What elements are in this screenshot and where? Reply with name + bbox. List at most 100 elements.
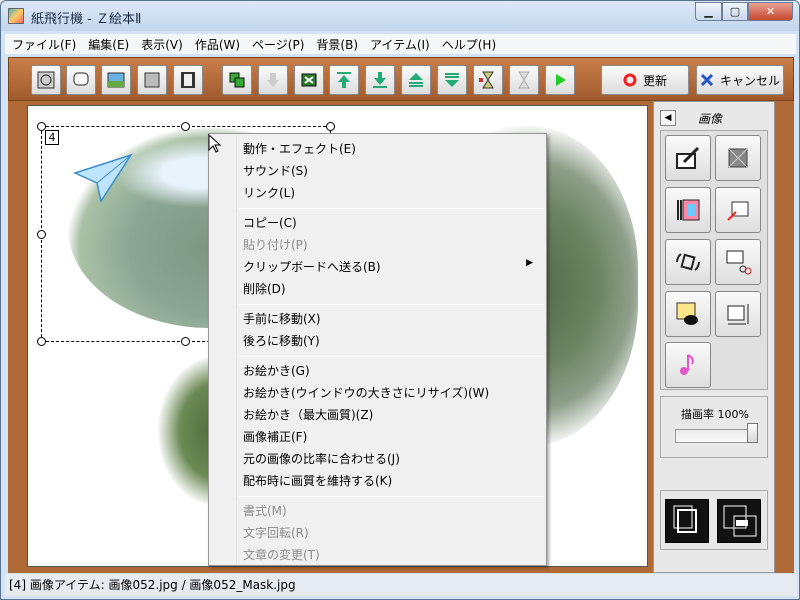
app-window: 紙飛行機 - Ｚ絵本Ⅱ ▁ ▢ ✕ ファイル(F) 編集(E) 表示(V) 作品… bbox=[0, 0, 800, 600]
menu-paste[interactable]: 貼り付け(P) bbox=[243, 236, 308, 253]
fit-size-button[interactable] bbox=[715, 291, 761, 337]
page-front-icon bbox=[673, 505, 697, 533]
menu-help[interactable]: ヘルプ(H) bbox=[435, 36, 501, 53]
item-number-label: 4 bbox=[45, 130, 59, 145]
menu-sound[interactable]: サウンド(S) bbox=[243, 162, 308, 179]
text-a-icon bbox=[37, 71, 55, 89]
move-up-layer-button[interactable] bbox=[401, 65, 431, 95]
resize-handle-b[interactable] bbox=[181, 337, 190, 346]
menu-keep-quality[interactable]: 配布時に画質を維持する(K) bbox=[243, 472, 392, 489]
menu-file[interactable]: ファイル(F) bbox=[5, 36, 81, 53]
chevron-left-icon: ◀ bbox=[664, 113, 672, 123]
update-circle-icon bbox=[623, 73, 637, 87]
submenu-arrow-icon: ▶ bbox=[526, 258, 533, 268]
menu-background[interactable]: 背景(B) bbox=[309, 36, 363, 53]
sound-button[interactable] bbox=[665, 342, 711, 388]
resize-handle-bl[interactable] bbox=[37, 337, 46, 346]
close-button[interactable]: ✕ bbox=[748, 2, 793, 21]
menu-image-correction[interactable]: 画像補正(F) bbox=[243, 428, 307, 445]
rotate-image-button[interactable] bbox=[665, 239, 711, 285]
resize-handle-l[interactable] bbox=[37, 230, 46, 239]
menu-format[interactable]: 書式(M) bbox=[243, 502, 287, 519]
window-title: 紙飛行機 - Ｚ絵本Ⅱ bbox=[31, 12, 142, 27]
menu-link[interactable]: リンク(L) bbox=[243, 184, 295, 201]
menu-work[interactable]: 作品(W) bbox=[188, 36, 245, 53]
image-tool-button[interactable] bbox=[101, 65, 131, 95]
menu-page[interactable]: ページ(P) bbox=[245, 36, 309, 53]
menu-delete[interactable]: 削除(D) bbox=[243, 280, 286, 297]
music-note-icon bbox=[680, 354, 694, 375]
menu-text-rotate[interactable]: 文字回転(R) bbox=[243, 524, 309, 541]
panel-title: 画像 bbox=[698, 112, 723, 126]
add-balloon-button[interactable] bbox=[665, 291, 711, 337]
status-bar: [4] 画像アイテム: 画像052.jpg / 画像052_Mask.jpg bbox=[5, 574, 797, 596]
context-menu: 動作・エフェクト(E) サウンド(S) リンク(L) コピー(C) 貼り付け(P… bbox=[208, 133, 547, 566]
minimize-button[interactable]: ▁ bbox=[695, 2, 722, 21]
menu-send-to-clipboard[interactable]: クリップボードへ送る(B) ▶ bbox=[243, 258, 543, 275]
image-edit-button[interactable] bbox=[665, 135, 711, 181]
layers-up-icon bbox=[409, 73, 423, 87]
menu-separator bbox=[239, 304, 544, 305]
send-to-bottom-button[interactable] bbox=[365, 65, 395, 95]
play-button[interactable] bbox=[545, 65, 575, 95]
menu-draw-resize[interactable]: お絵かき(ウインドウの大きさにリサイズ)(W) bbox=[243, 384, 489, 401]
pattern-tool-button[interactable] bbox=[137, 65, 167, 95]
resize-handle-t[interactable] bbox=[181, 122, 190, 131]
image-icon bbox=[107, 72, 125, 88]
menu-bring-forward[interactable]: 手前に移動(X) bbox=[243, 310, 321, 327]
app-icon bbox=[8, 8, 24, 24]
menu-change-text[interactable]: 文章の変更(T) bbox=[243, 546, 320, 563]
delete-item-button[interactable] bbox=[294, 65, 324, 95]
rotate-icon bbox=[676, 253, 700, 271]
bring-to-top-button[interactable] bbox=[329, 65, 359, 95]
film-icon bbox=[181, 72, 195, 88]
fit-size-icon bbox=[727, 304, 749, 325]
layer-back-button[interactable] bbox=[717, 499, 761, 543]
speech-bubble-tool-button[interactable] bbox=[66, 65, 96, 95]
note-balloon-icon bbox=[676, 302, 698, 325]
move-down-layer-button[interactable] bbox=[437, 65, 467, 95]
layers-down-icon bbox=[445, 73, 459, 87]
crop-image-button[interactable] bbox=[715, 239, 761, 285]
hourglass-icon bbox=[479, 71, 494, 89]
color-adjust-button[interactable] bbox=[665, 187, 711, 233]
render-rate-slider[interactable] bbox=[675, 429, 753, 443]
menu-action-effect[interactable]: 動作・エフェクト(E) bbox=[243, 140, 356, 157]
toolbar: 更新 キャンセル bbox=[8, 57, 794, 101]
menu-copy[interactable]: コピー(C) bbox=[243, 214, 297, 231]
group-tool-button[interactable] bbox=[222, 65, 252, 95]
menu-draw-max-quality[interactable]: お絵かき（最大画質)(Z) bbox=[243, 406, 373, 423]
menu-view[interactable]: 表示(V) bbox=[134, 36, 188, 53]
delete-x-icon bbox=[301, 73, 317, 87]
speech-bubble-icon bbox=[73, 72, 89, 86]
text-tool-button[interactable] bbox=[31, 65, 61, 95]
resize-handle-tr[interactable] bbox=[326, 122, 335, 131]
maximize-button[interactable]: ▢ bbox=[722, 2, 748, 21]
layer-front-button[interactable] bbox=[665, 499, 709, 543]
image-mask-button[interactable] bbox=[715, 135, 761, 181]
render-rate-slider-thumb[interactable] bbox=[747, 423, 758, 443]
timer-tool-button[interactable] bbox=[473, 65, 503, 95]
cancel-x-icon bbox=[700, 73, 714, 87]
title-bar: 紙飛行機 - Ｚ絵本Ⅱ ▁ ▢ ✕ bbox=[1, 1, 799, 31]
menu-original-ratio[interactable]: 元の画像の比率に合わせる(J) bbox=[243, 450, 400, 467]
film-tool-button[interactable] bbox=[173, 65, 203, 95]
cancel-button[interactable]: キャンセル bbox=[696, 65, 784, 95]
menu-draw[interactable]: お絵かき(G) bbox=[243, 362, 310, 379]
arrow-down-bottom-icon bbox=[373, 72, 387, 88]
cancel-button-label: キャンセル bbox=[719, 73, 780, 88]
down-disabled-button[interactable] bbox=[258, 65, 288, 95]
update-button[interactable]: 更新 bbox=[601, 65, 689, 95]
resize-image-button[interactable] bbox=[715, 187, 761, 233]
panel-back-button[interactable]: ◀ bbox=[660, 110, 676, 126]
menu-separator bbox=[239, 496, 544, 497]
color-sliders-icon bbox=[677, 199, 700, 221]
update-button-label: 更新 bbox=[642, 73, 667, 88]
menu-item[interactable]: アイテム(I) bbox=[363, 36, 435, 53]
page-back-icon bbox=[723, 505, 757, 537]
group-squares-icon bbox=[229, 72, 245, 88]
arrow-down-gray-icon bbox=[267, 73, 279, 87]
timer-disabled-button[interactable] bbox=[509, 65, 539, 95]
menu-send-backward[interactable]: 後ろに移動(Y) bbox=[243, 332, 320, 349]
menu-edit[interactable]: 編集(E) bbox=[81, 36, 134, 53]
